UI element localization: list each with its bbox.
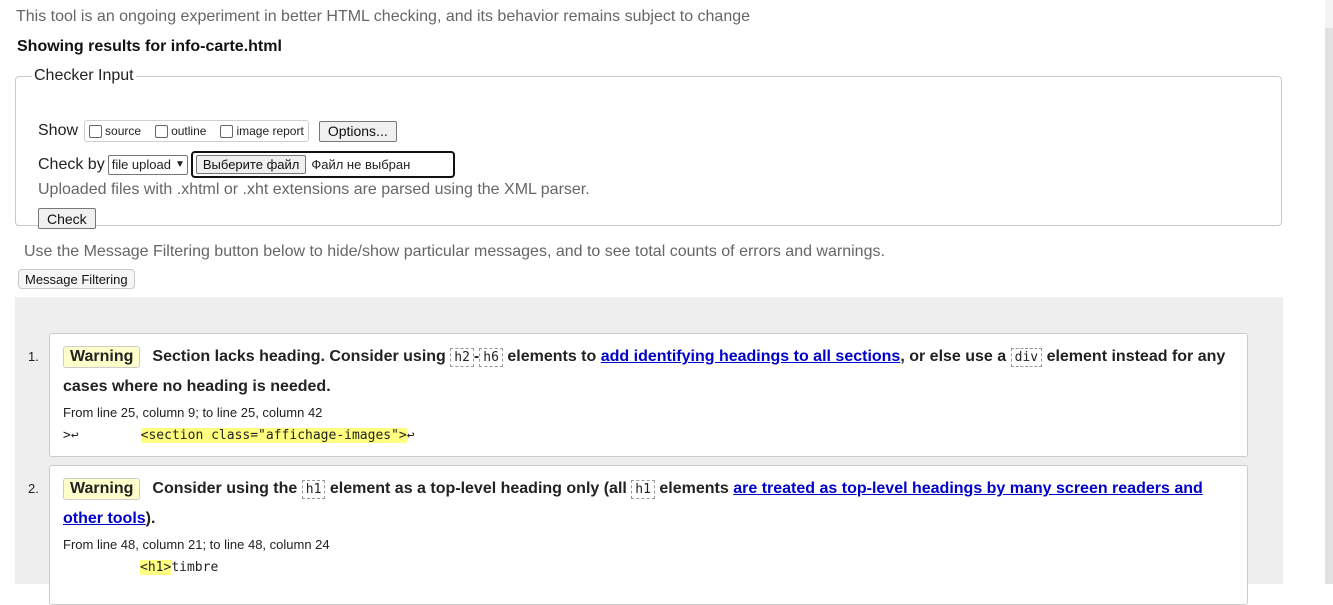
show-label: Show (38, 122, 79, 139)
source-checkbox[interactable] (89, 124, 103, 138)
checker-input-panel: Checker Input Show source outline image … (15, 67, 1282, 229)
image-report-checkbox[interactable] (220, 124, 234, 138)
check-button[interactable]: Check (38, 208, 96, 229)
element-code: h1 (301, 480, 326, 499)
show-options-group: source outline image report (84, 120, 309, 142)
show-image-report-option[interactable]: image report (220, 124, 304, 138)
element-code: h1 (631, 480, 655, 499)
message-text-part: elements (659, 480, 729, 497)
extract-highlight: <section class="affichage-images"> (140, 428, 407, 443)
file-upload-input[interactable]: Выберите файл Файл не выбран (190, 151, 455, 178)
options-button[interactable]: Options... (318, 120, 397, 142)
message-text-part: elements to (507, 348, 597, 365)
message-number: 1. (28, 349, 39, 364)
filter-note: Use the Message Filtering button below t… (24, 243, 885, 260)
show-row: Show source outline image report Options… (38, 120, 397, 142)
check-by-value: file upload (111, 157, 171, 172)
message-item: 1. Warning Section lacks heading. Conside… (28, 333, 1248, 457)
source-option-label: source (105, 124, 142, 138)
message-number: 2. (28, 481, 39, 496)
extract-text: timbre (171, 560, 219, 575)
show-source-option[interactable]: source (89, 124, 141, 138)
image-report-option-label: image report (236, 124, 304, 138)
warning-badge: Warning (63, 346, 141, 368)
check-by-row: Check by file upload ▼ Выберите файл Файл… (38, 151, 455, 178)
extract-highlight: <h1> (140, 560, 172, 575)
warning-badge: Warning (63, 478, 141, 500)
message-text-part: , or else use a (900, 348, 1007, 365)
message-item: 2. Warning Consider using the h1 element … (28, 465, 1248, 605)
file-status: Файл не выбран (311, 157, 411, 172)
checker-input-legend: Checker Input (34, 67, 134, 84)
message-text: Warning Consider using the h1 element as … (63, 474, 1235, 533)
choose-file-button[interactable]: Выберите файл (195, 155, 307, 174)
outline-option-label: outline (171, 124, 207, 138)
extract-text: ↩ (406, 428, 415, 443)
experiment-notice: This tool is an ongoing experiment in be… (16, 8, 751, 25)
scrollbar-thumb[interactable] (1325, 28, 1333, 584)
message-text-part: element as a top-level heading only (all (329, 480, 627, 497)
help-link[interactable]: add identifying headings to all sections (601, 348, 901, 365)
upload-note: Uploaded files with .xhtml or .xht exten… (38, 181, 590, 198)
element-code: div (1010, 348, 1043, 367)
message-text-part: Section lacks heading. Consider using (152, 348, 446, 365)
message-location: From line 48, column 21; to line 48, col… (63, 537, 330, 552)
scrollbar[interactable] (1325, 0, 1333, 584)
source-extract: <h1>timbre (63, 560, 1235, 575)
results-panel: 1. Warning Section lacks heading. Conside… (15, 297, 1283, 605)
chevron-down-icon: ▼ (174, 159, 185, 170)
message-text-part: ). (145, 510, 156, 527)
results-title: Showing results for info-carte.html (17, 38, 282, 55)
element-code: h6 (479, 348, 503, 367)
check-by-select[interactable]: file upload ▼ (107, 154, 188, 175)
source-extract: >↩ <section class="affichage-images">↩ (63, 428, 1235, 443)
message-text-part: Consider using the (152, 480, 298, 497)
show-outline-option[interactable]: outline (155, 124, 206, 138)
outline-checkbox[interactable] (155, 124, 169, 138)
message-location: From line 25, column 9; to line 25, colu… (63, 405, 323, 420)
extract-text: >↩ (63, 428, 79, 443)
message-filtering-button[interactable]: Message Filtering (18, 269, 135, 289)
message-text: Warning Section lacks heading. Consider u… (63, 342, 1235, 401)
check-by-label: Check by (38, 155, 105, 173)
element-code: h2 (450, 348, 474, 367)
